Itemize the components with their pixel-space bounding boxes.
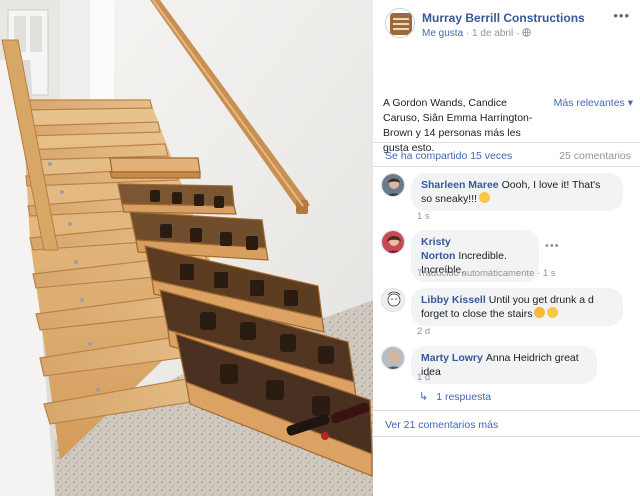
post-header: Murray Berrill Constructions Me gusta · … [385, 8, 630, 42]
commenter-avatar[interactable] [381, 230, 405, 254]
view-more-comments-link[interactable]: Ver 21 comentarios más [385, 419, 498, 431]
reactions-text[interactable]: A Gordon Wands, Candice Caruso, Siân Emm… [383, 96, 543, 156]
blush-emoji-icon [547, 307, 559, 318]
commenter-avatar[interactable] [381, 346, 405, 370]
comment-time[interactable]: 1 d [417, 372, 430, 383]
comment-time[interactable]: 2 d [417, 326, 430, 337]
replies-label[interactable]: 1 respuesta [436, 391, 491, 403]
comments-count-link[interactable]: 25 comentarios [559, 150, 631, 162]
translated-label[interactable]: Traducido automáticamente [417, 268, 534, 279]
divider [373, 410, 640, 411]
comment-author-link[interactable]: Sharleen Maree [421, 179, 499, 191]
comment-author-link[interactable]: Kristy Norton [421, 236, 455, 262]
meta-separator: · [465, 28, 470, 39]
page-name-link[interactable]: Murray Berrill Constructions [422, 11, 585, 25]
reply-arrow-icon: ↳ [419, 391, 429, 403]
meta-separator-2: · [515, 28, 520, 39]
comment-options-icon[interactable]: ••• [545, 240, 560, 252]
comment-time[interactable]: 1 s [417, 211, 430, 222]
more-icon[interactable]: ••• [613, 8, 630, 23]
comment-bubble: Sharleen Maree Oooh, I love it! That's so… [411, 173, 623, 211]
post-photo[interactable] [0, 0, 373, 496]
comment-author-link[interactable]: Libby Kissell [421, 294, 486, 306]
post-date[interactable]: 1 de abril [472, 28, 513, 39]
divider [373, 436, 640, 437]
comment-author-link[interactable]: Marty Lowry [421, 352, 483, 364]
divider [373, 142, 640, 143]
commenter-avatar[interactable] [381, 288, 405, 312]
divider [373, 166, 640, 167]
reactions-summary: A Gordon Wands, Candice Caruso, Siân Emm… [383, 96, 633, 156]
shares-link[interactable]: Se ha compartido 15 veces [385, 150, 512, 162]
comment-bubble: Libby Kissell Until you get drunk a d for… [411, 288, 623, 326]
globe-icon [522, 28, 531, 39]
sort-comments-dropdown[interactable]: Más relevantes ▾ [554, 96, 633, 111]
post-panel: Murray Berrill Constructions Me gusta · … [373, 0, 640, 496]
view-replies-link[interactable]: ↳ 1 respuesta [419, 390, 491, 403]
page-avatar[interactable] [385, 8, 415, 38]
drunk-emoji-icon [534, 307, 546, 318]
grin-emoji-icon [479, 192, 491, 203]
commenter-avatar[interactable] [381, 173, 405, 197]
post-meta: Me gusta · 1 de abril · [422, 28, 531, 39]
comment-time[interactable]: 1 s [543, 268, 556, 279]
comment-bubble: Marty Lowry Anna Heidrich great idea [411, 346, 597, 384]
comment-meta: Traducido automáticamente · 1 s [417, 268, 556, 279]
like-page-link[interactable]: Me gusta [422, 28, 463, 39]
